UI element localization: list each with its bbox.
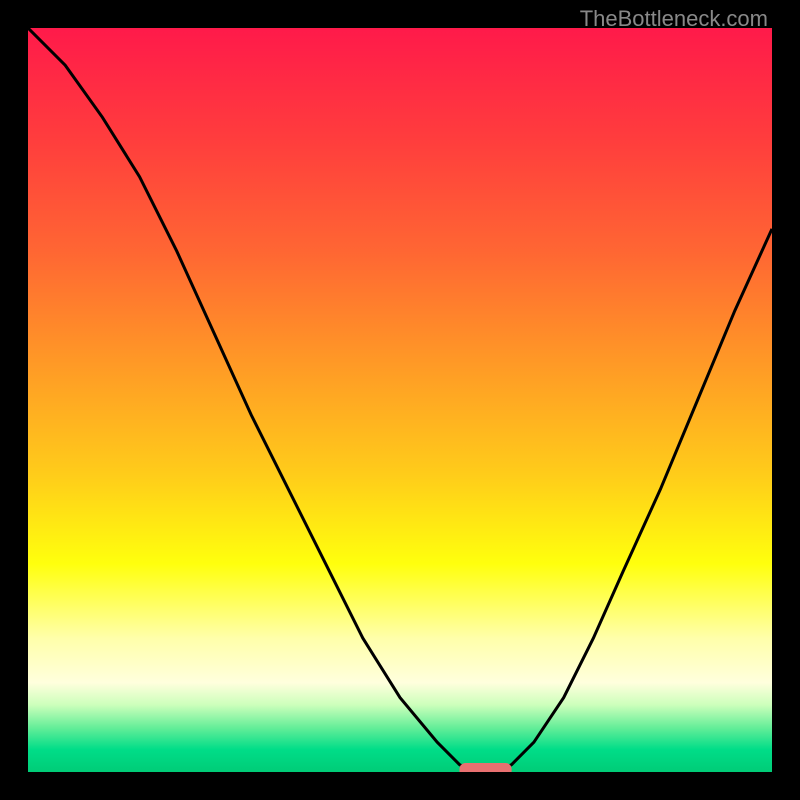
bottleneck-chart <box>28 28 772 772</box>
chart-svg <box>28 28 772 772</box>
optimal-marker <box>460 763 512 772</box>
watermark-text: TheBottleneck.com <box>580 6 768 32</box>
gradient-background <box>28 28 772 772</box>
